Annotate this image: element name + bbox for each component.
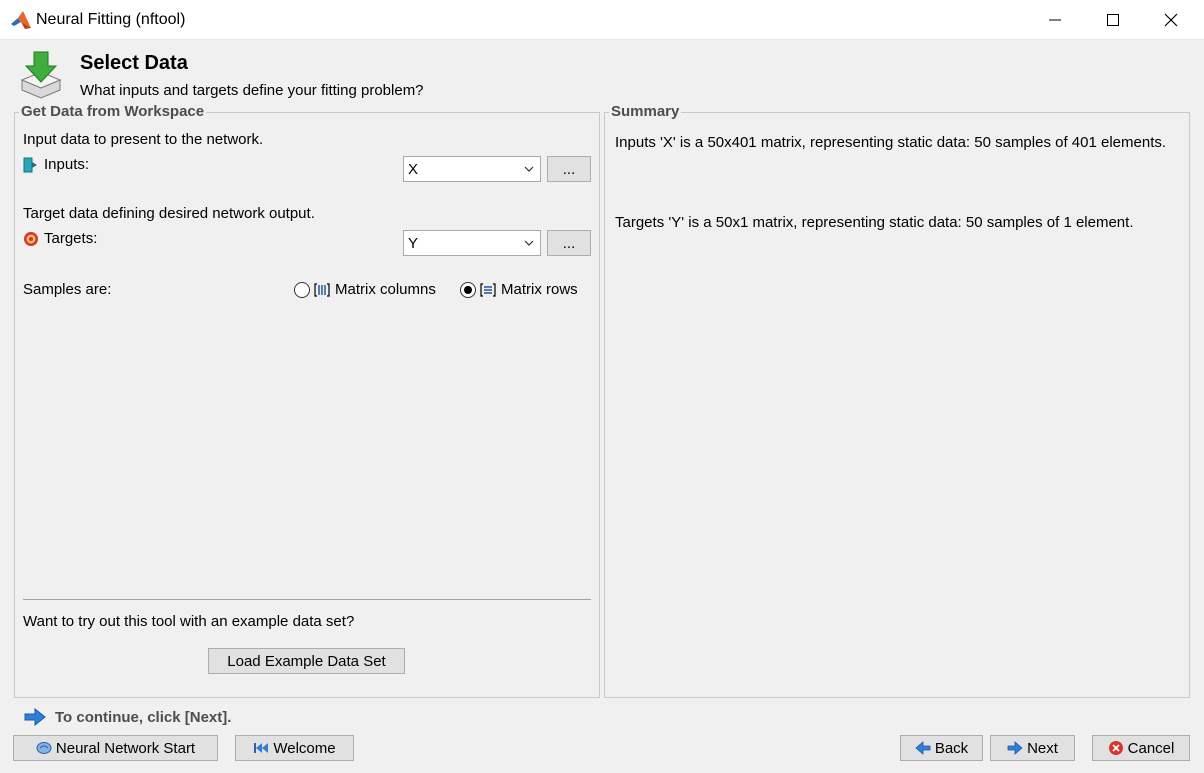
back-label: Back: [934, 739, 969, 757]
next-label: Next: [1027, 739, 1058, 757]
arrow-right-icon: [1007, 741, 1023, 755]
summary-legend: Summary: [609, 103, 682, 120]
inputs-browse-button[interactable]: ...: [547, 156, 591, 182]
matrix-rows-icon: [480, 283, 496, 297]
minimize-icon: [1049, 19, 1061, 21]
brain-icon: [36, 742, 52, 754]
example-prompt: Want to try out this tool with an exampl…: [23, 613, 355, 630]
neural-network-start-label: Neural Network Start: [55, 739, 196, 757]
window-title: Neural Fitting (nftool): [36, 11, 186, 28]
rewind-icon: [254, 743, 269, 753]
get-data-legend: Get Data from Workspace: [19, 103, 207, 120]
continue-hint: To continue, click [Next].: [55, 709, 232, 726]
matrix-rows-radio[interactable]: [460, 282, 476, 298]
minimize-button[interactable]: [1026, 0, 1084, 40]
download-data-icon: [20, 51, 62, 99]
maximize-button[interactable]: [1084, 0, 1142, 40]
targets-dropdown[interactable]: Y: [403, 230, 541, 256]
next-button[interactable]: Next: [990, 735, 1075, 761]
chevron-down-icon: [524, 166, 534, 172]
targets-summary: Targets 'Y' is a 50x1 matrix, representi…: [615, 214, 1134, 231]
matrix-columns-radio[interactable]: [294, 282, 310, 298]
targets-browse-button[interactable]: ...: [547, 230, 591, 256]
summary-group: Summary Inputs 'X' is a 50x401 matrix, r…: [604, 103, 1190, 698]
welcome-button[interactable]: Welcome: [235, 735, 354, 761]
targets-description: Target data defining desired network out…: [23, 205, 315, 222]
divider: [23, 599, 591, 600]
inputs-dropdown-value: X: [408, 160, 419, 178]
page-title: Select Data: [80, 52, 188, 74]
page-subtitle: What inputs and targets define your fitt…: [80, 82, 424, 99]
back-button[interactable]: Back: [900, 735, 983, 761]
get-data-group: Get Data from Workspace Input data to pr…: [14, 103, 600, 698]
chevron-down-icon: [524, 240, 534, 246]
neural-network-start-button[interactable]: Neural Network Start: [13, 735, 218, 761]
cancel-label: Cancel: [1127, 739, 1175, 757]
close-button[interactable]: [1142, 0, 1200, 40]
matrix-columns-label[interactable]: Matrix columns: [335, 281, 436, 298]
inputs-icon: [23, 157, 37, 173]
target-icon: [24, 232, 38, 246]
load-example-button[interactable]: Load Example Data Set: [208, 648, 405, 674]
welcome-label: Welcome: [273, 739, 336, 757]
cancel-button[interactable]: Cancel: [1092, 735, 1190, 761]
cancel-icon: [1108, 741, 1123, 755]
title-bar: Neural Fitting (nftool): [0, 0, 1204, 40]
targets-label: Targets:: [44, 230, 98, 247]
inputs-description: Input data to present to the network.: [23, 131, 264, 148]
arrow-left-icon: [915, 741, 931, 755]
matrix-columns-icon: [314, 283, 330, 297]
inputs-dropdown[interactable]: X: [403, 156, 541, 182]
close-icon: [1164, 13, 1178, 27]
inputs-summary: Inputs 'X' is a 50x401 matrix, represent…: [615, 134, 1167, 151]
matlab-logo-icon: [11, 11, 31, 29]
samples-label: Samples are:: [23, 281, 112, 298]
arrow-right-icon: [24, 708, 46, 726]
targets-dropdown-value: Y: [408, 234, 419, 252]
inputs-label: Inputs:: [44, 156, 90, 173]
matrix-rows-label[interactable]: Matrix rows: [501, 281, 578, 298]
maximize-icon: [1107, 14, 1119, 26]
